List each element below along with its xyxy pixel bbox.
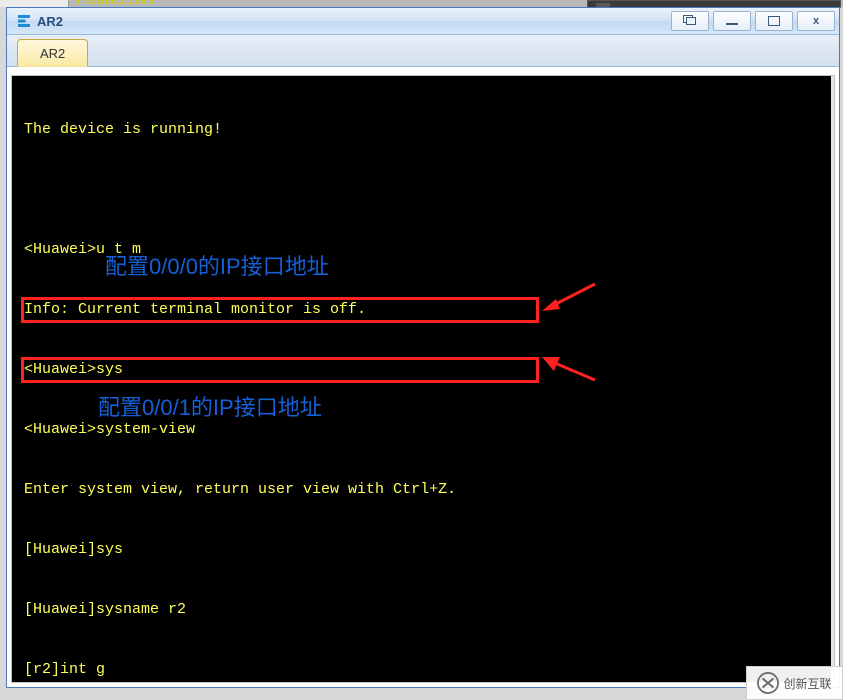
tabstrip: AR2 bbox=[7, 35, 839, 67]
window-popout-button[interactable] bbox=[671, 11, 709, 31]
watermark-text: 创新互联 bbox=[783, 675, 831, 692]
background-tab-fragment bbox=[0, 0, 69, 7]
tab-ar2[interactable]: AR2 bbox=[17, 39, 88, 67]
terminal-line: [Huawei]sys bbox=[24, 540, 474, 560]
window-maximize-button[interactable] bbox=[755, 11, 793, 31]
terminal-scrollbar[interactable] bbox=[831, 76, 834, 682]
window-titlebar[interactable]: AR2 x bbox=[7, 8, 839, 35]
minimize-icon bbox=[726, 23, 738, 25]
popout-icon bbox=[683, 15, 697, 28]
maximize-icon bbox=[768, 16, 780, 26]
terminal-line: [Huawei]sysname r2 bbox=[24, 600, 474, 620]
app-window: AR2 x AR2 The device is runn bbox=[6, 7, 840, 688]
annotation-box-2 bbox=[21, 357, 539, 383]
terminal[interactable]: The device is running! <Huawei>u t m Inf… bbox=[11, 75, 835, 683]
window-title: AR2 bbox=[37, 14, 671, 29]
terminal-line: [r2]int g bbox=[24, 660, 474, 680]
terminal-line: Enter system view, return user view with… bbox=[24, 480, 474, 500]
close-icon: x bbox=[813, 15, 819, 27]
client-area: The device is running! <Huawei>u t m Inf… bbox=[7, 67, 839, 687]
background-fragment: THuawei1svs bbox=[0, 0, 843, 7]
terminal-line: The device is running! bbox=[24, 120, 474, 140]
background-text-fragment: THuawei1svs bbox=[75, 0, 154, 7]
annotation-arrow-1 bbox=[540, 279, 600, 315]
annotation-box-1 bbox=[21, 297, 539, 323]
annotation-label-1: 配置0/0/0的IP接口地址 bbox=[105, 257, 329, 277]
window-controls: x bbox=[671, 11, 835, 31]
watermark: 创新互联 bbox=[746, 666, 843, 700]
watermark-icon bbox=[757, 672, 779, 694]
window-minimize-button[interactable] bbox=[713, 11, 751, 31]
terminal-line: <Huawei>system-view bbox=[24, 420, 474, 440]
terminal-line bbox=[24, 180, 474, 200]
window-close-button[interactable]: x bbox=[797, 11, 835, 31]
annotation-label-2: 配置0/0/1的IP接口地址 bbox=[98, 398, 322, 418]
tab-label: AR2 bbox=[40, 46, 65, 61]
annotation-arrow-2 bbox=[540, 349, 600, 385]
app-icon bbox=[15, 12, 33, 30]
